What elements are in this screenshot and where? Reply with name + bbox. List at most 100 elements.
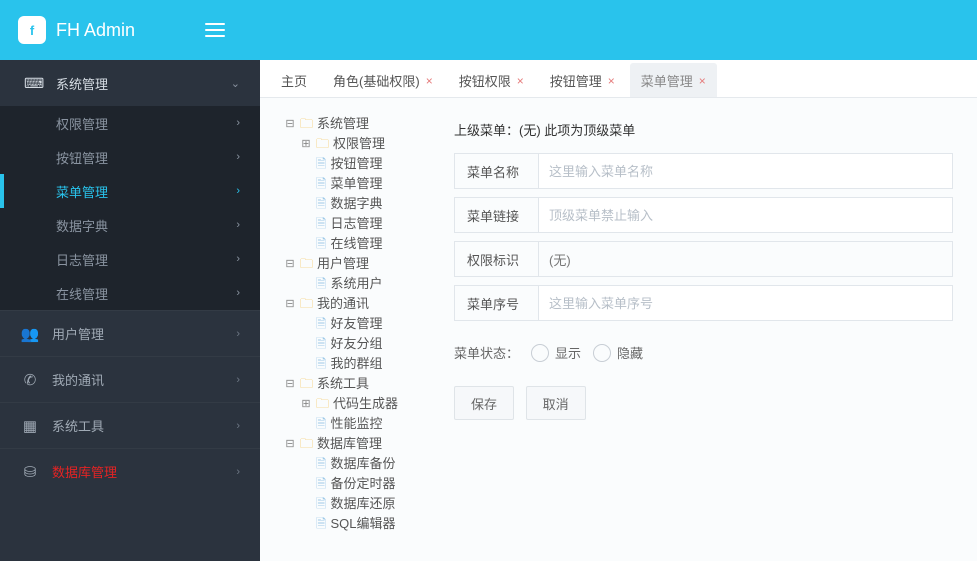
input-menu-name[interactable] (539, 154, 952, 188)
tree-node-label: 我的群组 (330, 354, 382, 374)
toggle-icon[interactable]: ⊟ (284, 374, 296, 394)
sidebar-item-4[interactable]: 日志管理 › (0, 242, 260, 276)
tree-node[interactable]: ⊟🗀系统管理 (284, 114, 418, 134)
chevron-right-icon: › (236, 253, 240, 265)
tab-3[interactable]: 按钮管理× (539, 63, 626, 97)
tab-2[interactable]: 按钮权限× (448, 63, 535, 97)
tab-bar: 主页角色(基础权限)×按钮权限×按钮管理×菜单管理× (260, 60, 977, 98)
tab-label: 菜单管理 (641, 71, 693, 90)
tree-node[interactable]: ⊟🗀我的通讯 (284, 294, 418, 314)
tree-node[interactable]: 🗎好友管理 (300, 314, 418, 334)
input-menu-order[interactable] (539, 286, 952, 320)
tree-node-label: 系统管理 (317, 114, 369, 134)
sidebar-group-label: 系统管理 (56, 74, 231, 93)
close-icon[interactable]: × (608, 75, 615, 87)
toggle-icon[interactable]: ⊟ (284, 254, 296, 274)
tab-1[interactable]: 角色(基础权限) × (322, 63, 444, 97)
tree-node[interactable]: ⊞🗀权限管理 (300, 134, 418, 154)
tree-node[interactable]: 🗎数据库还原 (300, 494, 418, 514)
sidebar-item-label: 日志管理 (56, 250, 108, 269)
parent-menu-row: 上级菜单：(无) 此项为顶级菜单 (454, 114, 953, 153)
tree-node[interactable]: 🗎好友分组 (300, 334, 418, 354)
file-icon: 🗎 (316, 174, 326, 194)
radio-hide-label: 隐藏 (617, 343, 643, 362)
tree-node[interactable]: 🗎按钮管理 (300, 154, 418, 174)
sidebar: ⌨系统管理⌄权限管理›按钮管理›菜单管理›数据字典›日志管理›在线管理›👥用户管… (0, 60, 260, 561)
tree-node-label: 备份定时器 (330, 474, 395, 494)
sidebar-item-label: 用户管理 (52, 324, 104, 343)
tree-node-label: 性能监控 (330, 414, 382, 434)
value-menu-perm[interactable]: (无) (539, 250, 952, 269)
tree-node-label: 我的通讯 (317, 294, 369, 314)
tab-4[interactable]: 菜单管理 × (630, 63, 717, 97)
save-button[interactable]: 保存 (454, 386, 514, 420)
tab-0[interactable]: 主页 (270, 63, 318, 97)
tree-node[interactable]: 🗎SQL编辑器 (300, 514, 418, 534)
file-icon: 🗎 (316, 214, 326, 234)
tree-node[interactable]: 🗎在线管理 (300, 234, 418, 254)
radio-show-label: 显示 (555, 343, 581, 362)
folder-icon: 🗀 (316, 134, 329, 154)
sidebar-item-用户管理[interactable]: 👥用户管理› (0, 310, 260, 356)
label-menu-name: 菜单名称 (455, 154, 539, 188)
radio-show[interactable] (531, 344, 549, 362)
sidebar-item-3[interactable]: 数据字典 › (0, 208, 260, 242)
tree-node[interactable]: 🗎数据库备份 (300, 454, 418, 474)
chevron-right-icon: › (236, 328, 240, 340)
sidebar-item-0[interactable]: 权限管理› (0, 106, 260, 140)
toggle-icon[interactable]: ⊟ (284, 434, 296, 454)
tree-node[interactable]: 🗎数据字典 (300, 194, 418, 214)
row-menu-url: 菜单链接 (454, 197, 953, 233)
tree-node-label: 在线管理 (330, 234, 382, 254)
sidebar-item-系统工具[interactable]: ▦系统工具› (0, 402, 260, 448)
tree-node[interactable]: 🗎备份定时器 (300, 474, 418, 494)
tree-node-label: 系统用户 (330, 274, 382, 294)
sidebar-item-我的通讯[interactable]: ✆我的通讯› (0, 356, 260, 402)
tree-node[interactable]: 🗎性能监控 (300, 414, 418, 434)
tab-label: 角色(基础权限) (333, 71, 420, 90)
tree-node[interactable]: 🗎我的群组 (300, 354, 418, 374)
file-icon: 🗎 (316, 354, 326, 374)
tree-node[interactable]: 🗎系统用户 (300, 274, 418, 294)
tree-node[interactable]: ⊞🗀代码生成器 (300, 394, 418, 414)
tree-node-label: 好友管理 (330, 314, 382, 334)
tree-node[interactable]: ⊟🗀系统工具 (284, 374, 418, 394)
tree-node[interactable]: ⊟🗀用户管理 (284, 254, 418, 274)
sidebar-item-label: 数据字典 (56, 216, 108, 235)
file-icon: 🗎 (316, 514, 326, 534)
parent-menu-value: (无) 此项为顶级菜单 (519, 123, 635, 138)
tree-node-label: 菜单管理 (330, 174, 382, 194)
toggle-icon[interactable]: ⊟ (284, 294, 296, 314)
label-menu-url: 菜单链接 (455, 198, 539, 232)
menu-toggle-icon[interactable] (205, 19, 225, 41)
chevron-right-icon: › (236, 219, 240, 231)
close-icon[interactable]: × (517, 75, 524, 87)
cancel-button[interactable]: 取消 (526, 386, 586, 420)
toggle-icon[interactable]: ⊞ (300, 394, 312, 414)
tree-node[interactable]: 🗎菜单管理 (300, 174, 418, 194)
file-icon: 🗎 (316, 414, 326, 434)
row-menu-status: 菜单状态： 显示 隐藏 (454, 329, 953, 376)
sidebar-item-1[interactable]: 按钮管理 › (0, 140, 260, 174)
close-icon[interactable]: × (426, 75, 433, 87)
input-menu-url[interactable] (539, 198, 952, 232)
folder-icon: 🗀 (300, 374, 313, 394)
tree-node[interactable]: ⊟🗀数据库管理 (284, 434, 418, 454)
sidebar-group-0[interactable]: ⌨系统管理⌄ (0, 60, 260, 106)
tree-node[interactable]: 🗎日志管理 (300, 214, 418, 234)
toggle-icon[interactable]: ⊟ (284, 114, 296, 134)
file-icon: 🗎 (316, 194, 326, 214)
folder-icon: 🗀 (300, 294, 313, 314)
sidebar-item-2[interactable]: 菜单管理› (0, 174, 260, 208)
sidebar-item-数据库管理[interactable]: ⛁数据库管理› (0, 448, 260, 494)
radio-hide[interactable] (593, 344, 611, 362)
file-icon: 🗎 (316, 154, 326, 174)
parent-menu-label: 上级菜单： (454, 123, 519, 138)
sidebar-item-label: 按钮管理 (56, 148, 108, 167)
close-icon[interactable]: × (699, 75, 706, 87)
chevron-right-icon: › (236, 151, 240, 163)
sidebar-item-5[interactable]: 在线管理› (0, 276, 260, 310)
file-icon: 🗎 (316, 474, 326, 494)
toggle-icon[interactable]: ⊞ (300, 134, 312, 154)
chevron-down-icon: ⌄ (231, 77, 240, 90)
